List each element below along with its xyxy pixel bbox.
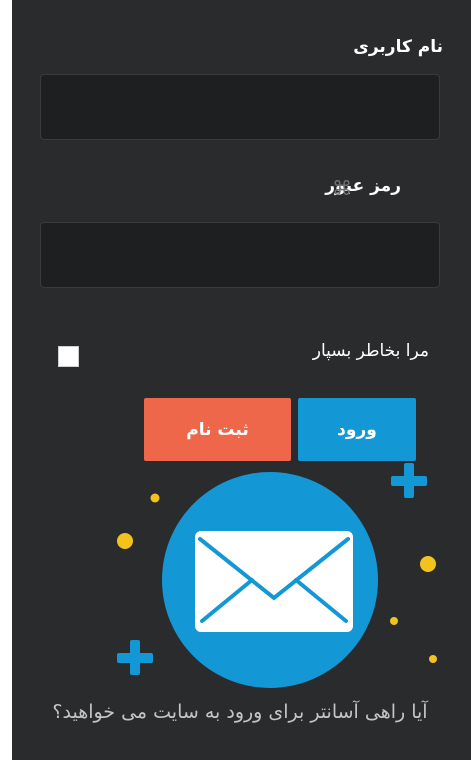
password-input[interactable] [40, 222, 440, 288]
remember-me-checkbox[interactable] [58, 346, 79, 367]
username-input[interactable] [40, 74, 440, 140]
remember-me-label: مرا بخاطر بسپار [312, 341, 429, 361]
login-button[interactable]: ورود [298, 398, 416, 461]
help-text[interactable]: آیا راهی آسانتر برای ورود به سایت می خوا… [30, 697, 450, 727]
register-button[interactable]: ثبت نام [144, 398, 291, 461]
username-label: نام کاربری [353, 37, 443, 57]
command-icon: ⌘ [332, 176, 352, 200]
